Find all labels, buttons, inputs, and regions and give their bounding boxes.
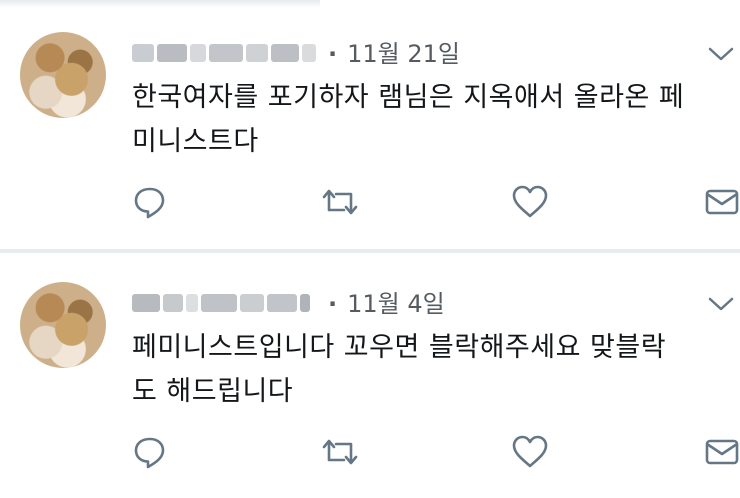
tweet-date[interactable]: 11월 4일: [347, 290, 445, 318]
separator-dot: ·: [328, 40, 338, 68]
tweet-actions: [0, 432, 740, 472]
tweet[interactable]: · 11월 4일 페미니스트입니다 꼬우면 블락해주세요 맞블락 도 해드립니다: [0, 256, 740, 498]
tweet-text-line: 페미니스트입니다 꼬우면 블락해주세요 맞블락: [132, 332, 667, 363]
separator-dot: ·: [328, 290, 338, 318]
tweet-text-line: 도 해드립니다: [132, 376, 294, 407]
reply-icon[interactable]: [130, 182, 170, 222]
heart-icon[interactable]: [510, 432, 550, 472]
tweet-divider: [0, 249, 740, 253]
chevron-down-icon[interactable]: [706, 44, 736, 64]
heart-icon[interactable]: [510, 182, 550, 222]
blurred-username[interactable]: [132, 290, 322, 316]
retweet-icon[interactable]: [320, 432, 360, 472]
tweet-text-line: 미니스트다: [132, 126, 259, 157]
tweet-meta: · 11월 21일: [328, 34, 460, 69]
tweet-actions: [0, 182, 740, 222]
top-divider: [0, 0, 740, 8]
chevron-down-icon[interactable]: [706, 294, 736, 314]
tweet-text: 한국여자를 포기하자 램님은 지옥애서 올라온 페 미니스트다: [132, 76, 732, 164]
blurred-username[interactable]: [132, 40, 322, 66]
tweet-text-line: 한국여자를 포기하자 램님은 지옥애서 올라온 페: [132, 82, 685, 113]
avatar[interactable]: [20, 282, 106, 368]
reply-icon[interactable]: [130, 432, 170, 472]
avatar[interactable]: [20, 32, 106, 118]
tweet-meta: · 11월 4일: [328, 284, 445, 319]
tweet[interactable]: · 11월 21일 한국여자를 포기하자 램님은 지옥애서 올라온 페 미니스트다: [0, 6, 740, 248]
tweet-date[interactable]: 11월 21일: [347, 40, 460, 68]
envelope-icon[interactable]: [702, 182, 740, 222]
tweet-text: 페미니스트입니다 꼬우면 블락해주세요 맞블락 도 해드립니다: [132, 326, 732, 414]
envelope-icon[interactable]: [702, 432, 740, 472]
retweet-icon[interactable]: [320, 182, 360, 222]
